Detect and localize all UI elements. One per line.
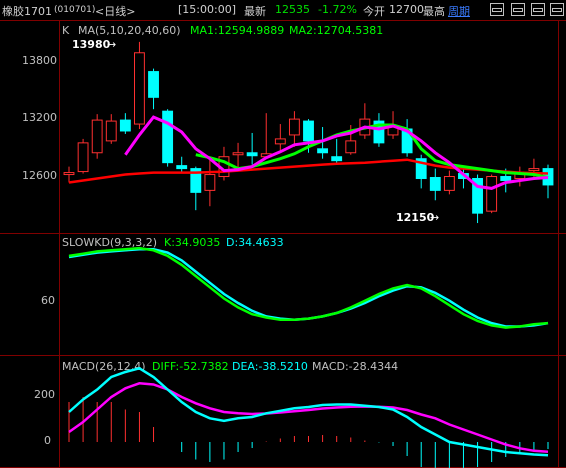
candle-body [486, 176, 498, 212]
candle-body [162, 110, 174, 164]
candle-body [63, 172, 75, 176]
candle-body [148, 71, 159, 98]
candle-body [91, 119, 103, 154]
diff-line [68, 366, 549, 457]
candle-body [105, 120, 117, 142]
candle-body [528, 168, 540, 172]
candle-body [345, 140, 357, 154]
candle-body [77, 142, 89, 173]
candle-body [134, 52, 145, 125]
candle-body [204, 174, 216, 191]
slowd-line [68, 247, 549, 328]
candle-body [176, 165, 188, 170]
candle-body [429, 177, 441, 191]
chart-canvas [63, 41, 554, 468]
candle-body [288, 118, 300, 136]
candle-body [246, 152, 258, 157]
chart-window: 橡胶1701 (010701) <日线> [15:00:00] 最新 12535… [0, 0, 566, 468]
candle-body [317, 148, 329, 154]
candle-body [232, 152, 244, 156]
candle-body [303, 120, 314, 142]
candle-body [274, 138, 286, 145]
candle-body [331, 156, 343, 162]
candle-body [119, 119, 131, 132]
candle-body [443, 176, 455, 191]
candle-body [500, 176, 512, 181]
